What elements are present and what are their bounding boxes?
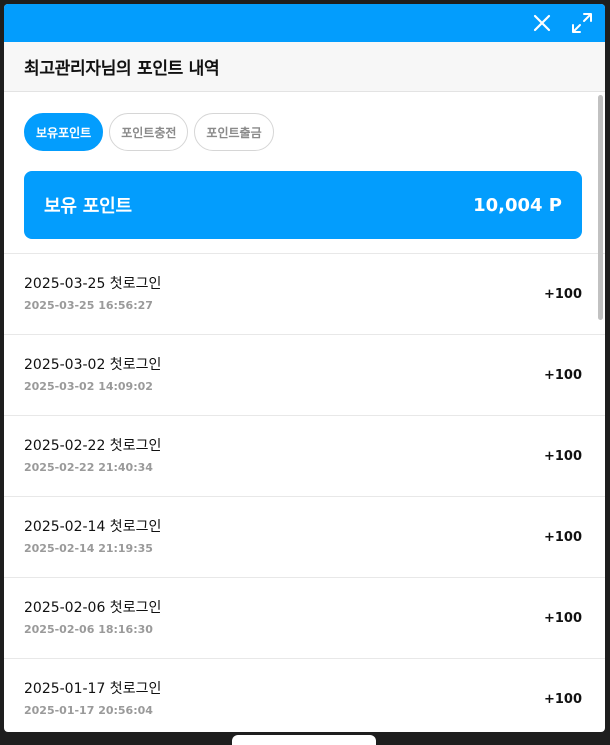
entry-datetime: 2025-02-22 21:40:34 bbox=[24, 460, 153, 474]
background-tab-edge bbox=[232, 735, 376, 745]
list-item: 2025-01-17 첫로그인 2025-01-17 20:56:04 +100 bbox=[4, 658, 605, 732]
expand-button[interactable] bbox=[571, 12, 593, 34]
entry-datetime: 2025-02-06 18:16:30 bbox=[24, 622, 153, 636]
entry-amount: +100 bbox=[543, 367, 582, 383]
entry-datetime: 2025-03-02 14:09:02 bbox=[24, 379, 153, 393]
entry-datetime: 2025-02-14 21:19:35 bbox=[24, 541, 153, 555]
balance-value: 10,004 P bbox=[473, 194, 562, 216]
modal-header: 최고관리자님의 포인트 내역 bbox=[4, 42, 605, 92]
entry-amount: +100 bbox=[543, 529, 582, 545]
entry-datetime: 2025-01-17 20:56:04 bbox=[24, 703, 153, 717]
entry-title: 2025-01-17 첫로그인 bbox=[24, 680, 162, 697]
point-history-list: 2025-03-25 첫로그인 2025-03-25 16:56:27 +100… bbox=[4, 253, 605, 732]
entry-title: 2025-03-02 첫로그인 bbox=[24, 356, 162, 373]
list-item: 2025-02-14 첫로그인 2025-02-14 21:19:35 +100 bbox=[4, 496, 605, 577]
balance-label: 보유 포인트 bbox=[44, 196, 132, 217]
close-icon bbox=[533, 14, 551, 32]
tab-point-withdraw[interactable]: 포인트출금 bbox=[194, 113, 274, 151]
entry-datetime: 2025-03-25 16:56:27 bbox=[24, 298, 153, 312]
entry-title: 2025-02-22 첫로그인 bbox=[24, 437, 162, 454]
list-item: 2025-02-06 첫로그인 2025-02-06 18:16:30 +100 bbox=[4, 577, 605, 658]
entry-amount: +100 bbox=[543, 610, 582, 626]
entry-amount: +100 bbox=[543, 691, 582, 707]
entry-amount: +100 bbox=[543, 448, 582, 464]
scrollbar-thumb[interactable] bbox=[598, 95, 603, 320]
modal-topbar bbox=[4, 4, 605, 42]
entry-title: 2025-02-14 첫로그인 bbox=[24, 518, 162, 535]
point-tabs: 보유포인트 포인트충전 포인트출금 bbox=[4, 93, 605, 151]
tab-point-charge[interactable]: 포인트충전 bbox=[109, 113, 189, 151]
point-history-modal: 최고관리자님의 포인트 내역 보유포인트 포인트충전 포인트출금 보유 포인트 … bbox=[4, 4, 605, 732]
list-item: 2025-03-25 첫로그인 2025-03-25 16:56:27 +100 bbox=[4, 253, 605, 334]
expand-icon bbox=[572, 13, 592, 33]
list-item: 2025-02-22 첫로그인 2025-02-22 21:40:34 +100 bbox=[4, 415, 605, 496]
tab-owned-points[interactable]: 보유포인트 bbox=[24, 113, 104, 151]
entry-title: 2025-02-06 첫로그인 bbox=[24, 599, 162, 616]
modal-content[interactable]: 보유포인트 포인트충전 포인트출금 보유 포인트 10,004 P 2025-0… bbox=[4, 93, 605, 732]
modal-title: 최고관리자님의 포인트 내역 bbox=[24, 59, 220, 79]
balance-card: 보유 포인트 10,004 P bbox=[24, 171, 582, 239]
list-item: 2025-03-02 첫로그인 2025-03-02 14:09:02 +100 bbox=[4, 334, 605, 415]
close-button[interactable] bbox=[531, 12, 553, 34]
entry-title: 2025-03-25 첫로그인 bbox=[24, 275, 162, 292]
entry-amount: +100 bbox=[543, 286, 582, 302]
